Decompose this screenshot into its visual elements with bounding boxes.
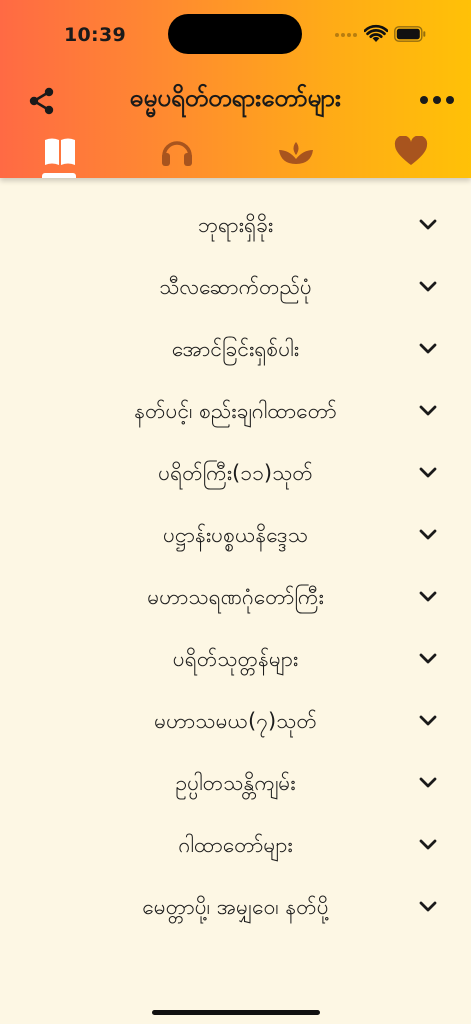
active-tab-indicator	[42, 173, 76, 178]
heart-icon	[394, 136, 428, 165]
list-item-label: မဟာသမယ(၇)သုတ်	[154, 709, 317, 733]
chevron-down-icon[interactable]	[418, 900, 438, 914]
share-icon[interactable]	[28, 86, 56, 116]
chevron-down-icon[interactable]	[418, 838, 438, 852]
more-horizontal-icon[interactable]	[418, 96, 458, 106]
app-header: 10:39 ဓမ္မပရိတ်တရားတော်များ	[0, 0, 471, 178]
top-app-bar: ဓမ္မပရိတ်တရားတော်များ	[0, 78, 471, 122]
chevron-down-icon[interactable]	[418, 404, 438, 418]
list-item-label: မဟာသရဏဂုံတော်ကြီး	[147, 585, 324, 609]
list-item[interactable]: ဘုရားရှိခိုး	[0, 196, 471, 258]
list-item-label: အောင်ခြင်းရှစ်ပါး	[171, 337, 300, 361]
battery-icon	[394, 26, 426, 42]
list-item[interactable]: ပရိတ်သုတ္တန်များ	[0, 630, 471, 692]
list-item[interactable]: ဥပ္ပါတသန္တိကျမ်း	[0, 754, 471, 816]
book-open-icon	[45, 138, 75, 165]
home-indicator	[152, 1010, 320, 1015]
chevron-down-icon[interactable]	[418, 652, 438, 666]
tab-audio[interactable]	[156, 134, 196, 174]
list-item[interactable]: မေတ္တာပို့၊ အမျှဝေ၊ နတ်ပို့	[0, 878, 471, 940]
wifi-icon	[364, 24, 388, 42]
tab-bar	[0, 130, 471, 178]
chevron-down-icon[interactable]	[418, 590, 438, 604]
list-item-label: သီလဆောက်တည်ပုံ	[159, 275, 312, 299]
list-item-label: ပရိတ်သုတ္တန်များ	[172, 647, 299, 671]
chevron-down-icon[interactable]	[418, 714, 438, 728]
list-item[interactable]: နတ်ပင့်၊ စည်းချဂါထာတော်	[0, 382, 471, 444]
status-time: 10:39	[64, 24, 126, 46]
list-item-label: ပဋ္ဌာန်းပစ္စယနိဒ္ဒေသ	[162, 523, 309, 547]
chevron-down-icon[interactable]	[418, 466, 438, 480]
list-item-label: ဂါထာတော်များ	[178, 833, 293, 857]
list-item-label: နတ်ပင့်၊ စည်းချဂါထာတော်	[134, 399, 337, 423]
meditation-lotus-icon	[279, 142, 313, 164]
dynamic-island	[168, 14, 302, 54]
chevron-down-icon[interactable]	[418, 776, 438, 790]
chevron-down-icon[interactable]	[418, 218, 438, 232]
tab-book[interactable]	[39, 134, 79, 174]
chevron-down-icon[interactable]	[418, 280, 438, 294]
list-item[interactable]: ပဋ္ဌာန်းပစ္စယနိဒ္ဒေသ	[0, 506, 471, 568]
page-title: ဓမ္မပရိတ်တရားတော်များ	[130, 84, 341, 112]
list-item[interactable]: မဟာသရဏဂုံတော်ကြီး	[0, 568, 471, 630]
status-bar: 10:39	[0, 0, 471, 70]
list-item[interactable]: သီလဆောက်တည်ပုံ	[0, 258, 471, 320]
list-item-label: ပရိတ်ကြီး(၁၁)သုတ်	[158, 461, 313, 485]
chevron-down-icon[interactable]	[418, 528, 438, 542]
list-item-label: ဘုရားရှိခိုး	[197, 213, 274, 237]
cellular-signal-icon	[335, 33, 359, 39]
list-item-label: မေတ္တာပို့၊ အမျှဝေ၊ နတ်ပို့	[142, 895, 329, 919]
tab-favorites[interactable]	[390, 134, 430, 174]
chant-category-list: ဘုရားရှိခိုးသီလဆောက်တည်ပုံအောင်ခြင်းရှစ်…	[0, 196, 471, 940]
chevron-down-icon[interactable]	[418, 342, 438, 356]
headphones-icon	[162, 141, 192, 166]
list-item[interactable]: ပရိတ်ကြီး(၁၁)သုတ်	[0, 444, 471, 506]
list-item[interactable]: မဟာသမယ(၇)သုတ်	[0, 692, 471, 754]
list-item-label: ဥပ္ပါတသန္တိကျမ်း	[175, 771, 296, 795]
list-item[interactable]: ဂါထာတော်များ	[0, 816, 471, 878]
tab-meditation[interactable]	[273, 134, 313, 174]
list-item[interactable]: အောင်ခြင်းရှစ်ပါး	[0, 320, 471, 382]
